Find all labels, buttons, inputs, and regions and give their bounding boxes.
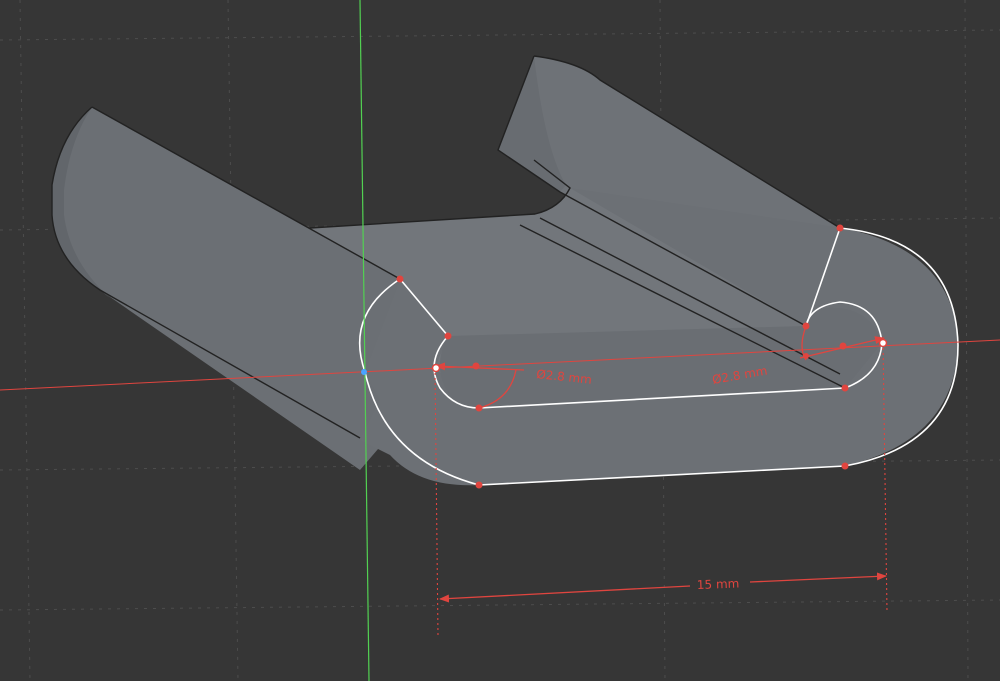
right-center-point[interactable]	[878, 338, 888, 348]
point[interactable]	[472, 362, 480, 370]
point[interactable]	[396, 275, 404, 283]
point[interactable]	[802, 322, 810, 330]
length-dimension-line-left	[439, 585, 691, 603]
point[interactable]	[475, 404, 483, 412]
length-dimension-label[interactable]: 15 mm	[697, 577, 740, 592]
point[interactable]	[803, 353, 809, 359]
point[interactable]	[836, 224, 844, 232]
origin-point[interactable]	[361, 369, 367, 375]
part-body[interactable]	[51, 55, 958, 486]
point[interactable]	[841, 384, 849, 392]
3d-viewport[interactable]: Ø2.8 mm Ø2.8 mm 15 mm	[0, 0, 1000, 681]
length-dimension-line-right	[749, 572, 887, 583]
viewport-canvas[interactable]: Ø2.8 mm Ø2.8 mm 15 mm	[0, 0, 1000, 681]
point[interactable]	[475, 481, 483, 489]
left-center-point[interactable]	[431, 363, 441, 373]
point[interactable]	[839, 342, 847, 350]
point[interactable]	[841, 462, 849, 470]
point[interactable]	[444, 332, 452, 340]
left-wall-face	[52, 107, 420, 470]
